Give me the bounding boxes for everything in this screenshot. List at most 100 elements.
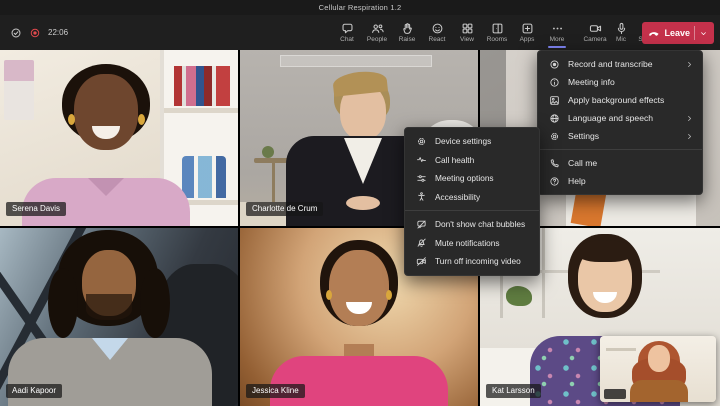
chevron-right-icon [685,60,694,69]
meeting-toolbar: 22:06 Chat People Raise React View Rooms Apps M… [0,15,720,50]
menu-item-apply-background-effects[interactable]: Apply background effects [538,91,702,109]
leave-divider [694,26,695,40]
toolbar-left: 22:06 [10,15,68,50]
toolbar-button-label: More [549,36,565,43]
menu-item-label: Help [568,176,586,186]
leave-button[interactable]: Leave [642,22,714,44]
beard [86,294,132,320]
bottles [182,156,226,198]
participant-name-tag: Aadi Kapoor [6,384,63,398]
menu-item-call-health[interactable]: Call health [405,151,539,170]
toolbar-people-button[interactable]: People [362,17,392,48]
settings-icon [548,131,560,142]
menu-item-label: Don't show chat bubbles [435,219,526,230]
bell-slash-icon [415,237,427,248]
menu-item-language-and-speech[interactable]: Language and speech [538,109,702,127]
menu-item-label: Turn off incoming video [435,256,521,267]
toolbar-mic-button[interactable]: Mic [608,17,634,48]
menu-item-label: Mute notifications [435,237,500,248]
toolbar-button-label: View [460,36,474,43]
video-tile-serena-davis[interactable]: Serena Davis [0,50,238,226]
head [329,250,389,326]
headp [648,345,670,372]
menu-item-mute-notifications[interactable]: Mute notifications [405,234,539,253]
chevron-right-icon [685,132,694,141]
shelfp [606,348,636,351]
toolbar-apps-button[interactable]: Apps [512,17,542,48]
record-icon [548,59,560,70]
meeting-timer: 22:06 [48,28,69,37]
chat-icon [341,22,354,35]
toolbar-react-button[interactable]: React [422,17,452,48]
toolbar-button-label: Raise [398,36,416,43]
toolbar-raise-button[interactable]: Raise [392,17,422,48]
mic-icon [615,22,628,35]
self-view-pip[interactable] [600,336,716,402]
toolbar-rooms-button[interactable]: Rooms [482,17,512,48]
leave-label: Leave [664,28,690,38]
meeting-options-icon [415,173,427,184]
participant-name-tag: Charlotte de Crum [246,202,324,216]
language-icon [548,113,560,124]
teams-meeting-window: Cellular Respiration 1.2 22:06 Chat Peopl… [0,0,720,406]
toolbar-more-button[interactable]: More [542,17,572,48]
menu-item-call-me[interactable]: Call me [538,154,702,172]
apps-icon [521,22,534,35]
react-icon [431,22,444,35]
menu-divider [405,210,539,211]
background-effects-icon [548,95,560,106]
menu-item-don-t-show-chat-bubbles[interactable]: Don't show chat bubbles [405,215,539,234]
toolbar-view-button[interactable]: View [452,17,482,48]
ptag [604,389,626,399]
video-tile-aadi-kapoor[interactable]: Aadi Kapoor [0,228,238,406]
meeting-title: Cellular Respiration 1.2 [318,3,402,12]
ear-e2 [138,114,145,125]
view-icon [461,22,474,35]
menu-item-device-settings[interactable]: Device settings [405,132,539,151]
menu-item-label: Call me [568,158,598,168]
accessibility-icon [415,191,427,202]
camera-icon [589,22,602,35]
titlebar: Cellular Respiration 1.2 [0,0,720,15]
hair2 [48,268,78,338]
bangs [576,240,634,262]
toolbar-button-label: Apps [519,36,535,43]
info-icon [548,77,560,88]
rooms-icon [491,22,504,35]
menu-item-record-and-transcribe[interactable]: Record and transcribe [538,55,702,73]
menu-item-help[interactable]: Help [538,172,702,190]
menu-item-label: Device settings [435,136,492,147]
ear-e1 [68,114,75,125]
menu-item-label: Meeting options [435,173,494,184]
more-menu: Record and transcribe Meeting info Apply b… [537,50,703,195]
menu-item-label: Call health [435,154,475,165]
ear-e2 [386,290,392,300]
ear-e1 [326,290,332,300]
checkmark-icon [10,27,22,39]
menu-item-label: Meeting info [568,77,615,87]
menu-item-label: Record and transcribe [568,59,653,69]
toolbar-chat-button[interactable]: Chat [332,17,362,48]
win2 [542,228,545,318]
menu-item-meeting-options[interactable]: Meeting options [405,169,539,188]
toolbar-camera-button[interactable]: Camera [582,17,608,48]
people-icon [371,22,384,35]
leave-call-icon [648,27,660,39]
menu-item-label: Settings [568,131,600,141]
menu-item-settings[interactable]: Settings [538,127,702,145]
plant [262,146,274,158]
settings-submenu: Device settings Call health Meeting option… [404,127,540,276]
menu-item-meeting-info[interactable]: Meeting info [538,73,702,91]
menu-item-turn-off-incoming-video[interactable]: Turn off incoming video [405,252,539,271]
glass [280,55,432,67]
menu-item-accessibility[interactable]: Accessibility [405,188,539,207]
toolbar-button-label: Rooms [486,36,508,43]
participant-name-tag: Kat Larsson [486,384,541,398]
video-slash-icon [415,256,427,267]
raise-icon [401,22,414,35]
chat-slash-icon [415,219,427,230]
gear-icon [415,136,427,147]
toolbar-button-label: People [366,36,388,43]
chevron-down-icon[interactable] [699,29,708,38]
body [270,356,448,406]
